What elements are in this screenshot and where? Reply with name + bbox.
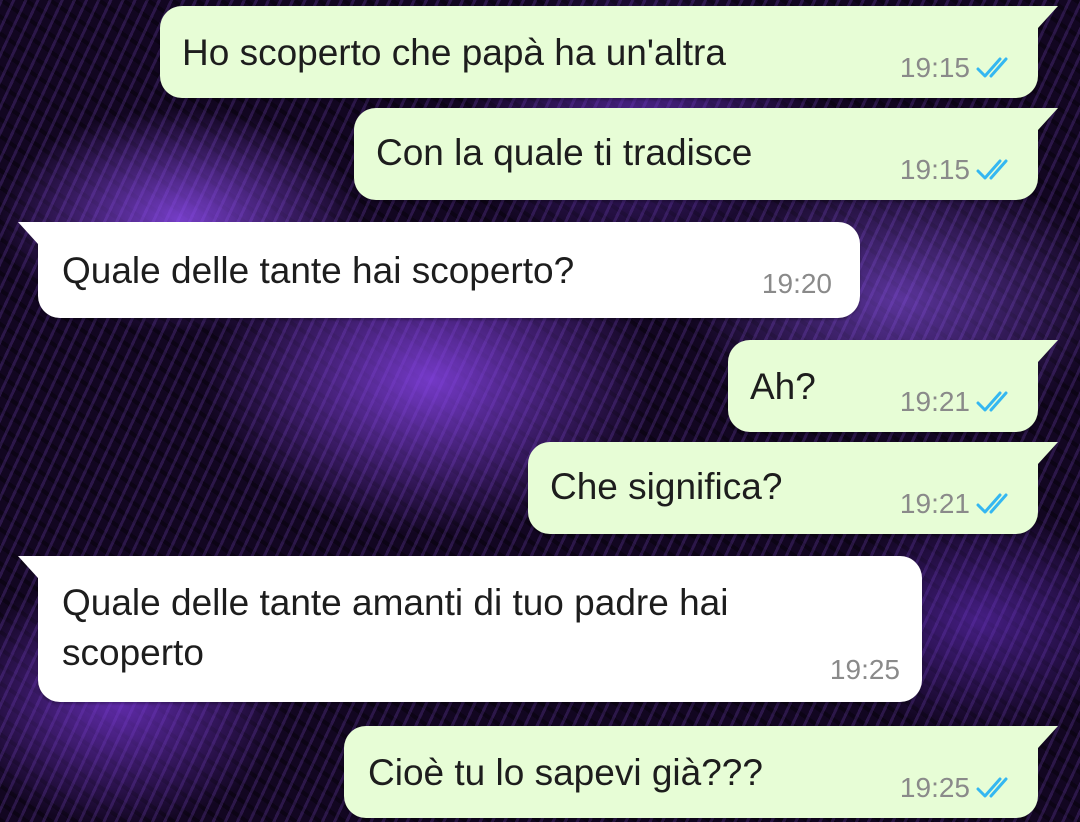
message-time: 19:15 [899, 52, 970, 83]
message-time: 19:25 [829, 654, 900, 685]
message-meta: 19:15 [900, 154, 1016, 186]
double-check-read-icon [976, 159, 1008, 180]
message-time: 19:15 [899, 154, 970, 185]
message-meta: 19:20 [762, 268, 832, 300]
double-check-read-icon [976, 57, 1008, 78]
message-text-line: scoperto [62, 632, 204, 673]
message-text: Cioè tu lo sapevi già??? [368, 752, 763, 793]
message-time: 19:25 [899, 772, 970, 803]
message-bubble-outgoing[interactable]: Ah? 19:21 [728, 340, 1058, 432]
message-text: Quale delle tante hai scoperto? [62, 250, 575, 291]
message-text-line: Quale delle tante amanti di tuo padre ha… [62, 582, 729, 623]
message-bubble-incoming[interactable]: Quale delle tante hai scoperto? 19:20 [18, 222, 860, 318]
message-text: Ah? [750, 366, 816, 407]
message-meta: 19:25 [900, 772, 1016, 804]
message-meta: 19:15 [900, 52, 1016, 84]
double-check-read-icon [976, 391, 1008, 412]
double-check-read-icon [976, 493, 1008, 514]
message-bubble-outgoing[interactable]: Ho scoperto che papà ha un'altra 19:15 [160, 6, 1058, 98]
message-time: 19:21 [899, 488, 970, 519]
message-text: Con la quale ti tradisce [376, 132, 753, 173]
message-bubble-outgoing[interactable]: Con la quale ti tradisce 19:15 [354, 108, 1058, 200]
message-bubble-outgoing[interactable]: Che significa? 19:21 [528, 442, 1058, 534]
message-text: Ho scoperto che papà ha un'altra [182, 32, 726, 73]
message-time: 19:20 [761, 268, 832, 299]
message-text: Che significa? [550, 466, 783, 507]
double-check-read-icon [976, 777, 1008, 798]
message-meta: 19:21 [900, 488, 1016, 520]
message-bubble-outgoing[interactable]: Cioè tu lo sapevi già??? 19:25 [344, 726, 1058, 818]
message-meta: 19:25 [830, 654, 900, 686]
message-bubble-incoming[interactable]: Quale delle tante amanti di tuo padre ha… [18, 556, 922, 702]
message-time: 19:21 [899, 386, 970, 417]
message-meta: 19:21 [900, 386, 1016, 418]
